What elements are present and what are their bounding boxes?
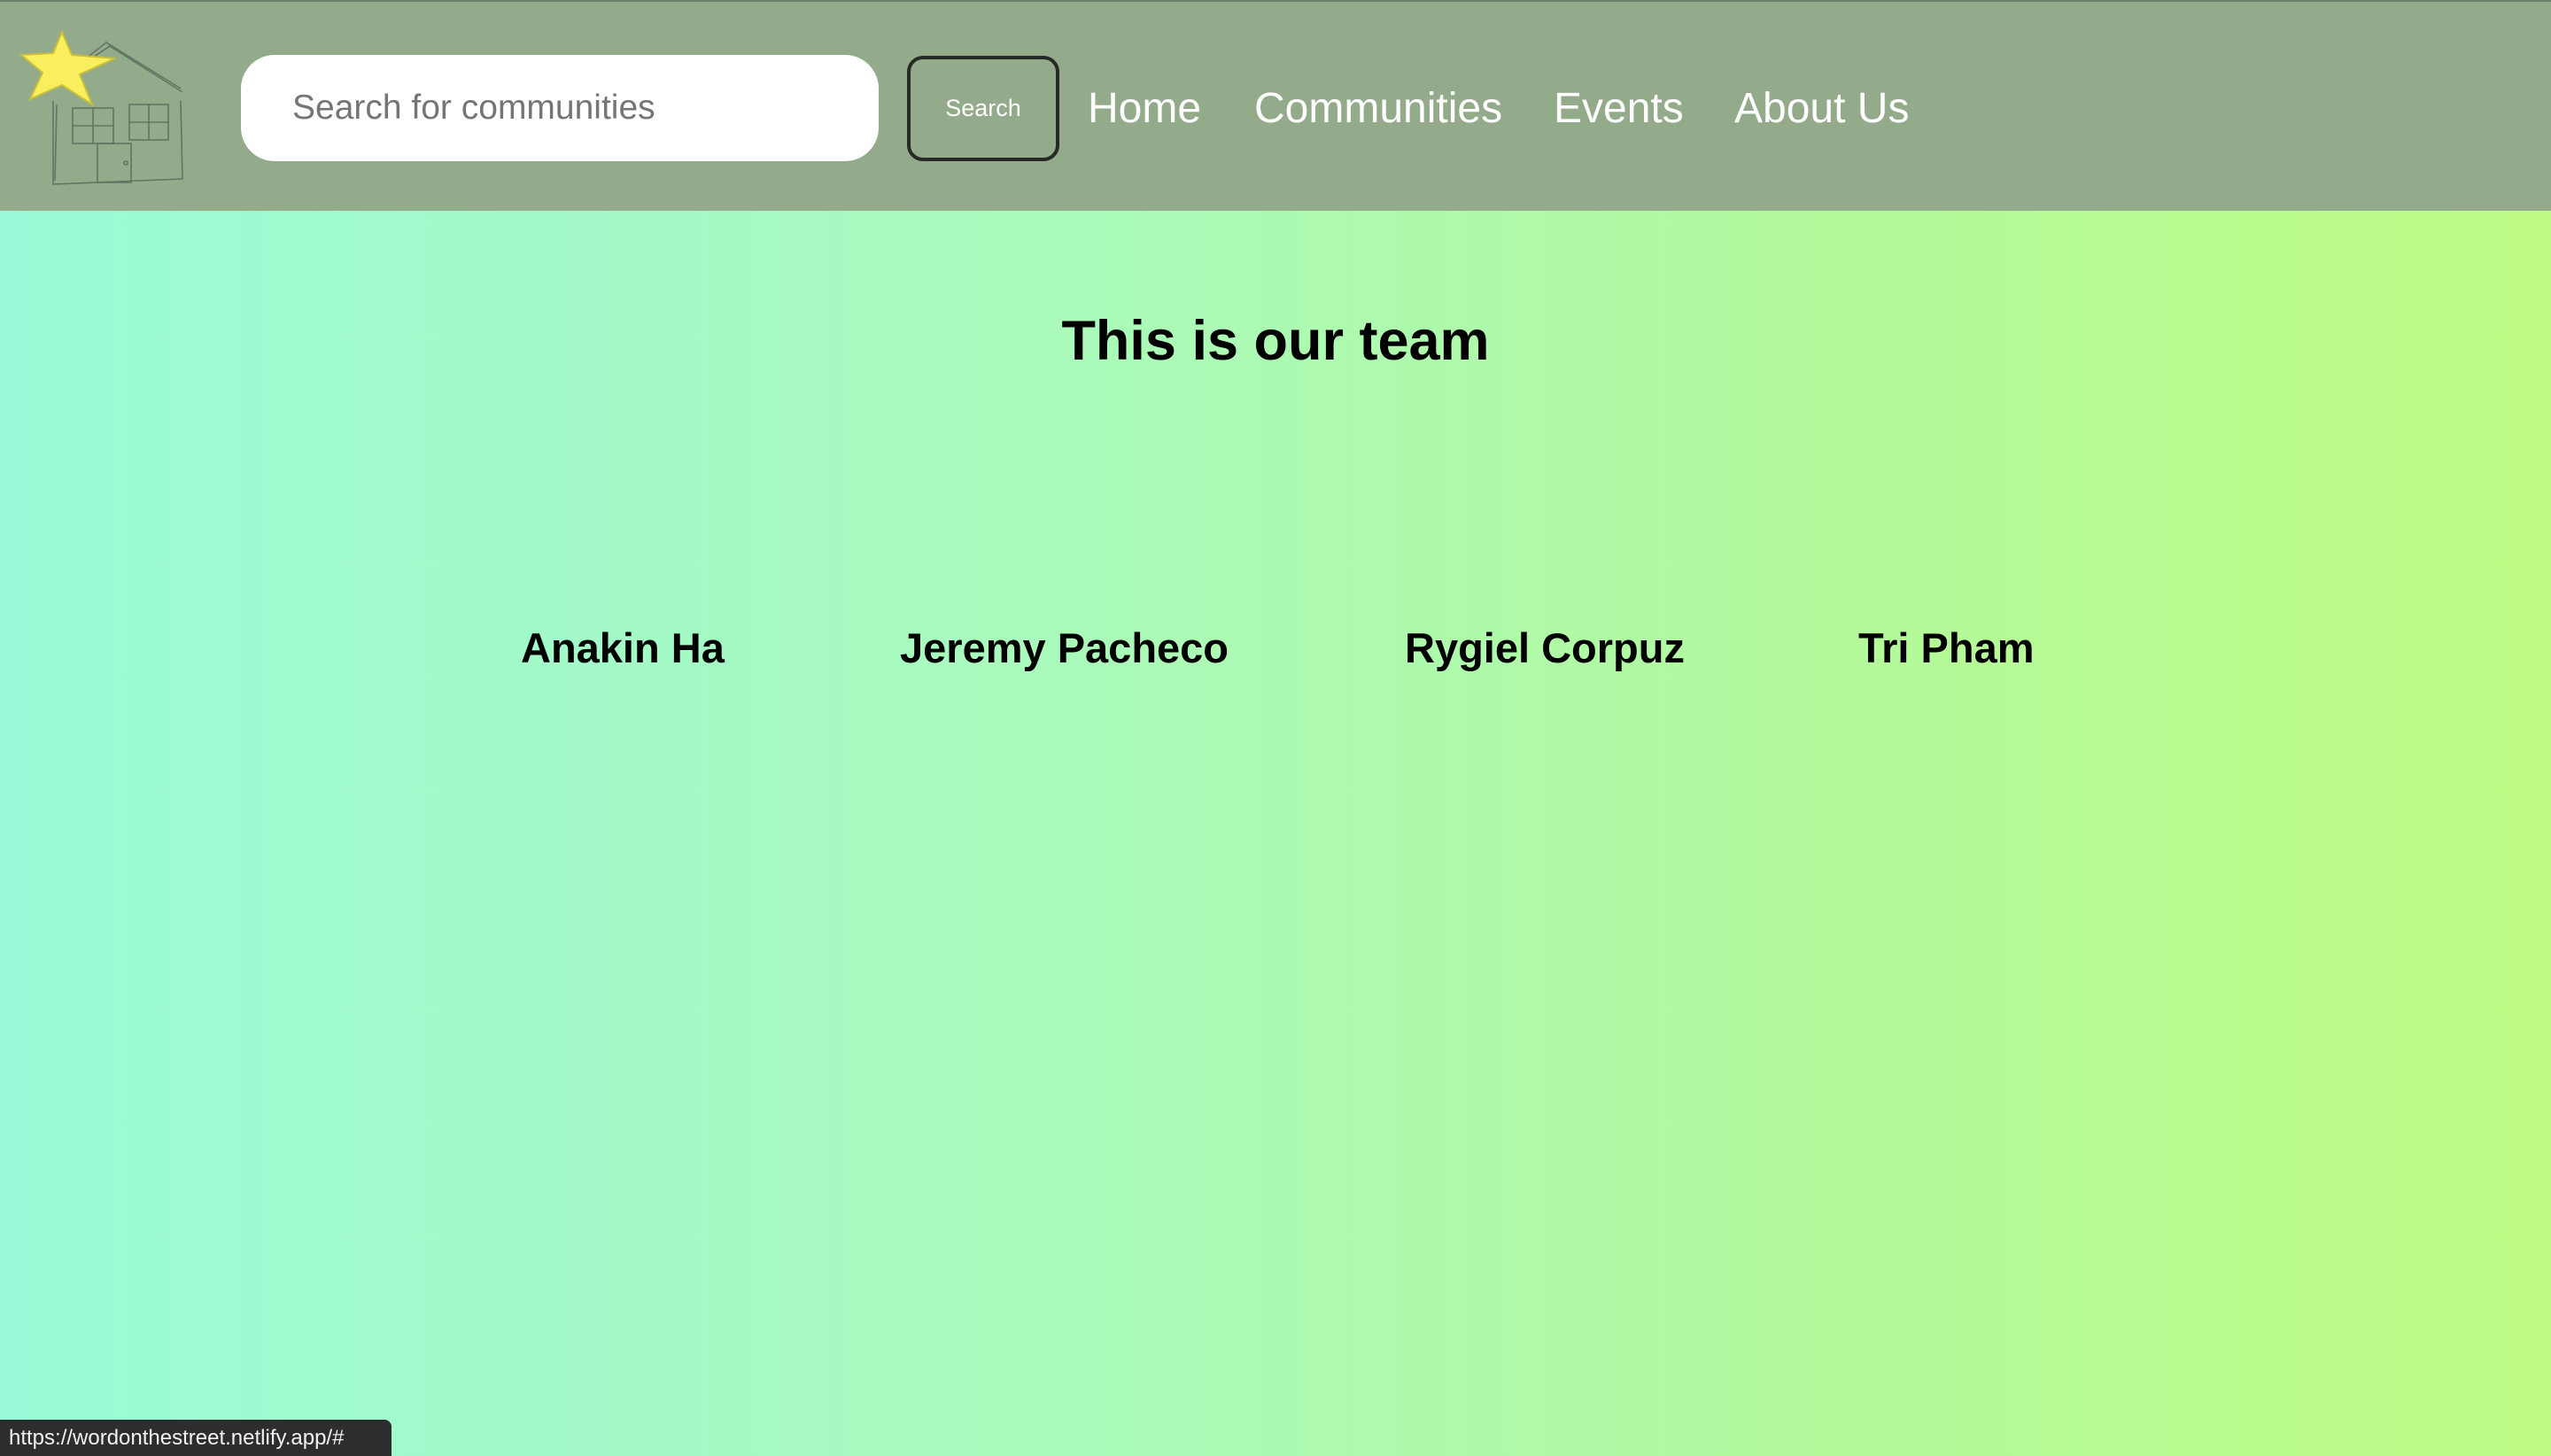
team-member-name: Rygiel Corpuz [1405, 624, 1685, 671]
page-title: This is our team [1061, 310, 1490, 372]
team-member-name: Jeremy Pacheco [900, 624, 1229, 671]
team-member-name: Tri Pham [1858, 624, 2035, 671]
nav-link-about-us[interactable]: About Us [1734, 78, 1909, 140]
nav-link-events[interactable]: Events [1554, 78, 1684, 140]
search-button[interactable]: Search [907, 56, 1059, 161]
navbar: Search Home Communities Events About Us [0, 0, 2551, 211]
nav-link-communities[interactable]: Communities [1254, 78, 1502, 140]
search-input[interactable] [241, 55, 879, 161]
logo[interactable] [18, 19, 186, 193]
house-with-star-icon [19, 29, 183, 185]
link-preview-status-bar: https://wordonthestreet.netlify.app/# [0, 1420, 392, 1456]
team-member-name: Anakin Ha [521, 624, 725, 671]
nav-link-home[interactable]: Home [1088, 78, 1201, 140]
